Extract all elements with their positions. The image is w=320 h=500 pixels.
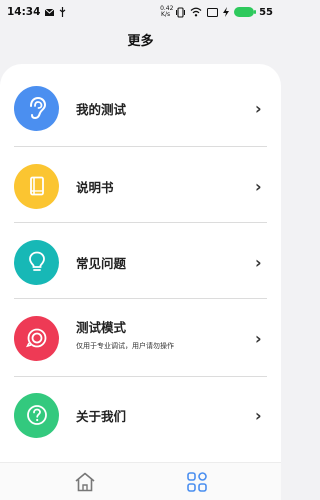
battery-level: 55 [259, 6, 273, 18]
mail-icon [45, 8, 55, 16]
chevron-right-icon: › [255, 405, 262, 425]
home-icon [75, 472, 95, 492]
menu-item-sublabel: 仅用于专业调试，用户请勿操作 [76, 342, 174, 350]
network-speed: 0.42 K/s [160, 5, 174, 18]
menu-item-label: 测试模式 [76, 320, 127, 335]
wifi-icon [190, 7, 202, 17]
tab-more[interactable] [186, 471, 210, 493]
ear-icon [14, 85, 59, 131]
menu-item-about-us[interactable]: 关于我们 › [0, 377, 281, 453]
menu-item-label: 关于我们 [76, 408, 127, 424]
menu-item-label: 常见问题 [76, 255, 127, 271]
test-mode-icon [14, 315, 59, 361]
menu-item-manual[interactable]: 说明书 › [0, 148, 281, 224]
divider [14, 298, 267, 299]
menu-item-my-tests[interactable]: 我的测试 › [0, 70, 281, 146]
divider [14, 222, 267, 223]
question-icon [14, 392, 59, 438]
chevron-right-icon: › [255, 98, 262, 118]
menu-item-label: 说明书 [76, 179, 114, 195]
status-time: 14:34 [7, 6, 41, 18]
tab-home[interactable] [73, 471, 97, 493]
sim-icon [207, 7, 219, 17]
page-title: 更多 [127, 34, 154, 49]
chevron-right-icon: › [255, 328, 262, 348]
menu-item-test-mode[interactable]: 测试模式 仅用于专业调试，用户请勿操作 › [0, 300, 281, 376]
charging-icon [223, 7, 230, 17]
status-bar: 14:34 0.42 K/s 55 [0, 0, 281, 24]
chevron-right-icon: › [255, 252, 262, 272]
grid-icon [187, 472, 207, 492]
battery-icon [234, 7, 257, 17]
vibrate-icon [176, 6, 186, 18]
menu-item-faq[interactable]: 常见问题 › [0, 224, 281, 300]
lightbulb-icon [14, 239, 59, 285]
divider [14, 146, 267, 147]
tab-bar [0, 462, 281, 500]
menu-card: 我的测试 › 说明书 › 常见问题 › 测试模式 仅用于专业调试，用户请勿操作 … [0, 64, 281, 464]
chevron-right-icon: › [255, 176, 262, 196]
menu-item-label: 我的测试 [76, 101, 127, 117]
book-icon [14, 163, 59, 209]
usb-icon [60, 7, 66, 17]
